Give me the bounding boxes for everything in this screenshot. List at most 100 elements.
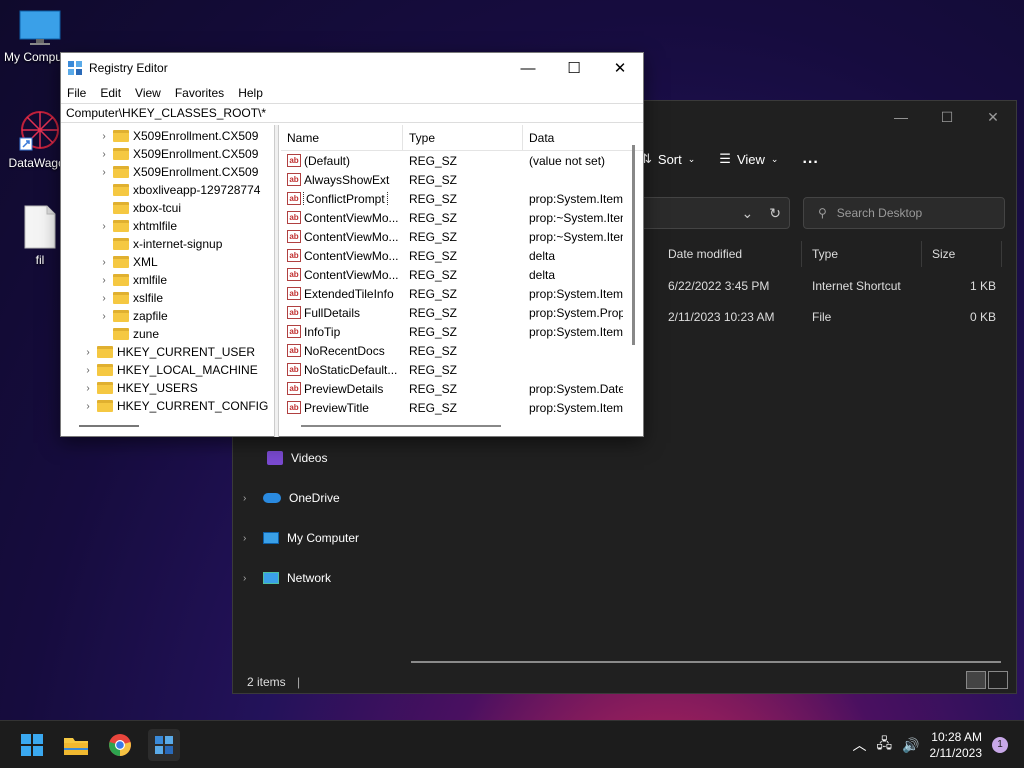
tree-node[interactable]: › XML (99, 253, 157, 271)
tree-node[interactable]: › xhtmlfile (99, 217, 177, 235)
chevron-right-icon[interactable]: › (99, 257, 109, 268)
chevron-right-icon[interactable]: › (83, 401, 93, 412)
menu-file[interactable]: File (67, 86, 86, 100)
taskbar-chrome[interactable] (104, 729, 136, 761)
value-type: REG_SZ (409, 191, 458, 206)
file-type: Internet Shortcut (812, 279, 901, 293)
horizontal-scrollbar[interactable] (411, 661, 1001, 663)
nav-item-my-computer[interactable]: › My Computer (243, 531, 359, 545)
tree-node[interactable]: › HKEY_LOCAL_MACHINE (83, 361, 257, 379)
refresh-icon[interactable]: ↻ (769, 205, 781, 222)
chevron-right-icon[interactable]: › (99, 167, 109, 178)
nav-item-onedrive[interactable]: › OneDrive (243, 491, 340, 505)
value-row[interactable]: ab PreviewTitle REG_SZ prop:System.ItemN (281, 398, 643, 417)
tree-node[interactable]: › HKEY_USERS (83, 379, 197, 397)
chevron-right-icon[interactable]: › (99, 221, 109, 232)
column-size[interactable]: Size (922, 241, 1002, 267)
chevron-right-icon[interactable]: › (99, 311, 109, 322)
tree-label: X509Enrollment.CX509 (133, 129, 259, 143)
volume-icon[interactable]: 🔊 (902, 737, 919, 754)
file-row[interactable]: 2/11/2023 10:23 AM File 0 KB (658, 302, 1002, 332)
menu-view[interactable]: View (135, 86, 161, 100)
value-row[interactable]: ab ContentViewMo... REG_SZ delta (281, 246, 643, 265)
maximize-button[interactable]: ☐ (924, 101, 970, 133)
chevron-right-icon[interactable]: › (83, 365, 93, 376)
notification-badge[interactable]: 1 (992, 737, 1008, 753)
clock[interactable]: 10:28 AM 2/11/2023 (930, 729, 983, 761)
tree-node[interactable]: x-internet-signup (99, 235, 222, 253)
values-vertical-scrollbar[interactable] (632, 145, 635, 345)
chevron-right-icon[interactable]: › (99, 131, 109, 142)
chevron-right-icon[interactable]: › (243, 493, 255, 504)
chevron-right-icon[interactable]: › (99, 293, 109, 304)
tree-horizontal-scrollbar[interactable] (79, 425, 139, 427)
value-row[interactable]: ab NoStaticDefault... REG_SZ (281, 360, 643, 379)
tree-node[interactable]: xboxliveapp-129728774 (99, 181, 260, 199)
menu-help[interactable]: Help (238, 86, 263, 100)
start-button[interactable] (16, 729, 48, 761)
column-date[interactable]: Date modified (658, 241, 802, 267)
chevron-right-icon[interactable]: › (243, 533, 255, 544)
tree-label: HKEY_CURRENT_CONFIG (117, 399, 269, 413)
value-row[interactable]: ab AlwaysShowExt REG_SZ (281, 170, 643, 189)
tree-node[interactable]: › X509Enrollment.CX509 (99, 163, 258, 181)
tree-node[interactable]: › xmlfile (99, 271, 167, 289)
tree-node[interactable]: › HKEY_CURRENT_CONFIG (83, 397, 268, 415)
column-name[interactable]: Name (281, 125, 403, 150)
nav-item-videos[interactable]: Videos (267, 451, 327, 465)
value-row[interactable]: ab (Default) REG_SZ (value not set) (281, 151, 643, 170)
chevron-right-icon[interactable]: › (83, 383, 93, 394)
value-type: REG_SZ (409, 381, 458, 396)
close-button[interactable]: ✕ (970, 101, 1016, 133)
tree-node[interactable]: xbox-tcui (99, 199, 181, 217)
view-button[interactable]: ☰ View ⌄ (719, 151, 778, 167)
value-data: delta (529, 248, 556, 263)
chevron-right-icon[interactable]: › (243, 573, 255, 584)
column-data[interactable]: Data (523, 125, 623, 150)
menu-favorites[interactable]: Favorites (175, 86, 224, 100)
sort-button[interactable]: ⇅ Sort ⌄ (641, 151, 695, 167)
value-row[interactable]: ab ContentViewMo... REG_SZ prop:~System.Ite… (281, 227, 643, 246)
chevron-down-icon[interactable]: ⌄ (742, 205, 754, 222)
column-type[interactable]: Type (802, 241, 922, 267)
details-view-icon[interactable] (966, 671, 986, 689)
value-data: prop:System.ItemT (529, 324, 623, 339)
menu-edit[interactable]: Edit (100, 86, 121, 100)
column-type[interactable]: Type (403, 125, 523, 150)
value-row[interactable]: ab NoRecentDocs REG_SZ (281, 341, 643, 360)
value-name: PreviewDetails (304, 381, 384, 396)
value-row[interactable]: ab ContentViewMo... REG_SZ prop:~System.Ite… (281, 208, 643, 227)
chevron-right-icon[interactable]: › (99, 275, 109, 286)
chevron-right-icon[interactable]: › (99, 149, 109, 160)
file-row[interactable]: 6/22/2022 3:45 PM Internet Shortcut 1 KB (658, 271, 1002, 301)
taskbar-registry-editor[interactable] (148, 729, 180, 761)
value-row[interactable]: abPreviewDetails REG_SZ prop:System.DateM (281, 379, 643, 398)
close-button[interactable]: ✕ (597, 53, 643, 83)
value-row[interactable]: ab InfoTip REG_SZ prop:System.ItemT (281, 322, 643, 341)
minimize-button[interactable]: — (878, 101, 924, 133)
value-row[interactable]: abFullDetails REG_SZ prop:System.PropG (281, 303, 643, 322)
value-row[interactable]: ab ExtendedTileInfo REG_SZ prop:System.Item… (281, 284, 643, 303)
search-box[interactable]: ⚲ Search Desktop (803, 197, 1005, 229)
values-horizontal-scrollbar[interactable] (301, 425, 501, 427)
tiles-view-icon[interactable] (988, 671, 1008, 689)
value-row[interactable]: ab ContentViewMo... REG_SZ delta (281, 265, 643, 284)
tree-node[interactable]: › HKEY_CURRENT_USER (83, 343, 255, 361)
tree-node[interactable]: › X509Enrollment.CX509 (99, 127, 258, 145)
tree-node[interactable]: › xslfile (99, 289, 163, 307)
pane-splitter[interactable] (275, 125, 279, 437)
nav-item-network[interactable]: › Network (243, 571, 331, 585)
minimize-button[interactable]: — (505, 53, 551, 83)
tree-node[interactable]: › zapfile (99, 307, 167, 325)
tree-node[interactable]: › X509Enrollment.CX509 (99, 145, 258, 163)
network-icon[interactable]: 🖧 (876, 733, 892, 757)
more-options-button[interactable]: ... (802, 150, 818, 168)
maximize-button[interactable]: ☐ (551, 53, 597, 83)
taskbar-file-explorer[interactable] (60, 729, 92, 761)
address-bar[interactable]: Computer\HKEY_CLASSES_ROOT\* (61, 103, 643, 123)
chevron-right-icon[interactable]: › (83, 347, 93, 358)
value-row-selected[interactable]: ab ConflictPrompt REG_SZ prop:System.Item (281, 189, 643, 208)
tree-node[interactable]: zune (99, 325, 159, 343)
value-name: NoStaticDefault... (304, 362, 398, 377)
chevron-up-icon[interactable]: ︿ (852, 735, 866, 755)
